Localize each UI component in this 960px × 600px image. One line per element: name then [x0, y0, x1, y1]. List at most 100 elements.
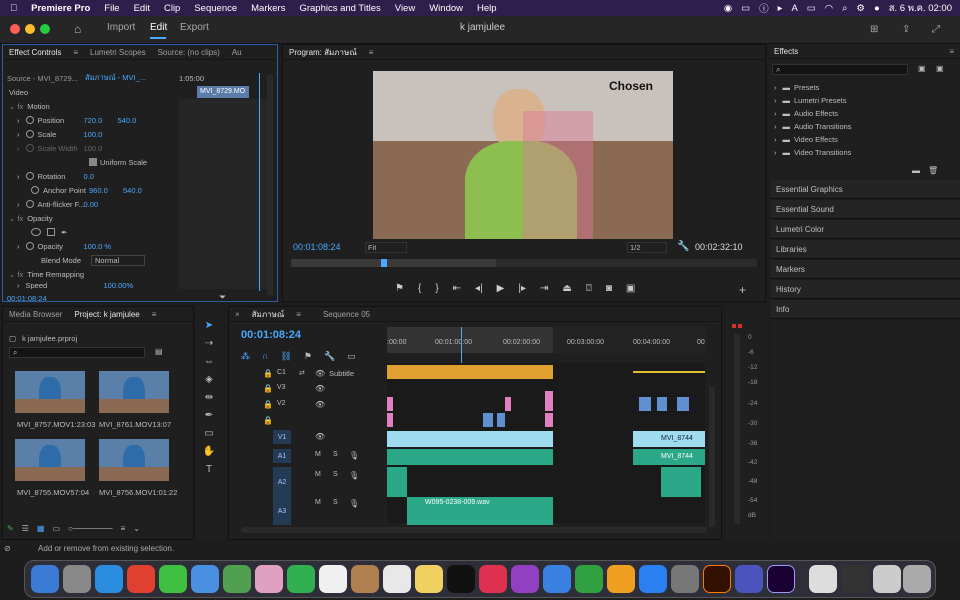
- snap-icon[interactable]: ∩: [262, 351, 268, 363]
- export-frame-icon[interactable]: ◙: [606, 283, 612, 295]
- rotation-value[interactable]: 0.0: [84, 172, 94, 181]
- mute-button[interactable]: M: [315, 499, 321, 506]
- stopwatch-icon[interactable]: [31, 186, 39, 194]
- a2-clip[interactable]: [387, 467, 407, 497]
- keyframe-toggle-icon[interactable]: ›: [17, 116, 20, 125]
- v1-clip[interactable]: [387, 431, 553, 447]
- position-y[interactable]: 540.0: [118, 116, 137, 125]
- pages-icon[interactable]: [607, 565, 635, 593]
- system-preferences-icon[interactable]: [671, 565, 699, 593]
- mic-icon[interactable]: 🎙: [349, 499, 359, 508]
- info-icon[interactable]: ⓘ: [759, 1, 769, 15]
- linked-selection-icon[interactable]: ⛓: [280, 351, 291, 363]
- menu-markers[interactable]: Markers: [244, 3, 292, 14]
- calendar-icon[interactable]: [319, 565, 347, 593]
- type-tool-icon[interactable]: T: [202, 464, 216, 476]
- eye-icon[interactable]: 👁: [315, 384, 325, 393]
- menu-window[interactable]: Window: [422, 3, 470, 14]
- tab-media-browser[interactable]: Media Browser: [3, 310, 68, 319]
- markers-panel[interactable]: Markers: [770, 260, 960, 279]
- libraries-panel[interactable]: Libraries: [770, 240, 960, 259]
- new-bin-from-search-icon[interactable]: ▤: [155, 347, 163, 356]
- quick-export-icon[interactable]: ⊞: [870, 24, 878, 35]
- extract-icon[interactable]: ⌼: [586, 283, 592, 295]
- premiere-pro-icon[interactable]: [767, 565, 795, 593]
- folder-audio-effects[interactable]: › ▬ Audio Effects: [774, 106, 838, 120]
- v2-clip[interactable]: [483, 413, 493, 427]
- anchor-x[interactable]: 960.0: [89, 186, 123, 195]
- input-icon[interactable]: A: [791, 3, 797, 14]
- item-mvi-8757[interactable]: MVI_8757.MOV 1:23:03: [17, 417, 95, 431]
- list-view-icon[interactable]: ☰: [22, 524, 29, 533]
- lock-icon[interactable]: 🔒: [263, 416, 273, 425]
- sequence-link[interactable]: สัมภาษณ์ - MVI_...: [85, 71, 146, 85]
- mute-button[interactable]: M: [315, 471, 321, 478]
- battery-icon[interactable]: ▭: [807, 3, 816, 14]
- button-editor-plus-icon[interactable]: +: [739, 283, 746, 297]
- go-to-out-icon[interactable]: ⇥: [540, 283, 548, 295]
- new-item-icon[interactable]: ⌄: [133, 524, 140, 533]
- track-name-a1[interactable]: A1: [273, 449, 291, 463]
- uniform-scale-row[interactable]: Uniform Scale: [89, 155, 147, 169]
- timeline-timecode[interactable]: 00:01:08:24: [241, 329, 301, 341]
- panel-menu-icon[interactable]: ≡: [146, 310, 163, 319]
- apple-tv-icon[interactable]: [447, 565, 475, 593]
- maps-icon[interactable]: [223, 565, 251, 593]
- thumbnail-mvi-8756[interactable]: [99, 439, 169, 481]
- accelerated-effects-icon[interactable]: ▣: [918, 64, 926, 73]
- menu-view[interactable]: View: [388, 3, 422, 14]
- play-button-icon[interactable]: ▶: [497, 283, 505, 295]
- podcasts-icon[interactable]: [511, 565, 539, 593]
- add-marker-icon[interactable]: ⚑: [304, 351, 312, 363]
- slip-tool-icon[interactable]: ⇹: [202, 392, 216, 404]
- solo-button[interactable]: S: [333, 451, 338, 458]
- pencil-icon[interactable]: ✎: [7, 524, 14, 533]
- panel-menu-icon[interactable]: ≡: [943, 47, 960, 56]
- fit-dropdown[interactable]: Fit: [365, 242, 407, 253]
- thumbnail-mvi-8761[interactable]: [99, 371, 169, 413]
- step-back-icon[interactable]: ◂|: [475, 283, 483, 295]
- screen-icon[interactable]: ▭: [741, 3, 750, 14]
- downloads-stack-icon[interactable]: [873, 565, 901, 593]
- eye-icon[interactable]: 👁: [315, 432, 325, 441]
- numbers-icon[interactable]: [575, 565, 603, 593]
- menu-edit[interactable]: Edit: [127, 3, 157, 14]
- tab-project[interactable]: Project: k jamjulee: [68, 310, 145, 319]
- track-select-tool-icon[interactable]: ⇢: [202, 338, 216, 350]
- tab-audio[interactable]: Au: [226, 48, 248, 57]
- safari-icon[interactable]: [95, 565, 123, 593]
- essential-sound-panel[interactable]: Essential Sound: [770, 200, 960, 219]
- v1-clip-mvi-8744[interactable]: MVI_8744: [633, 431, 705, 447]
- comparison-icon[interactable]: ▣: [626, 283, 635, 295]
- v3-clip[interactable]: [639, 397, 651, 411]
- blend-dropdown[interactable]: Normal: [91, 254, 145, 266]
- trash-icon[interactable]: 🗑: [928, 166, 938, 175]
- v2-clip[interactable]: [545, 413, 553, 427]
- history-panel[interactable]: History: [770, 280, 960, 299]
- pen-mask-icon[interactable]: ✒: [61, 228, 67, 237]
- keyframe-toggle-icon[interactable]: ›: [17, 130, 20, 139]
- tab-sequence-05[interactable]: Sequence 05: [317, 310, 376, 319]
- stopwatch-icon[interactable]: [25, 172, 34, 180]
- launchpad-icon[interactable]: [63, 565, 91, 593]
- eye-icon[interactable]: 👁: [315, 369, 325, 378]
- tab-import[interactable]: Import: [107, 22, 135, 33]
- notes-icon[interactable]: [415, 565, 443, 593]
- solo-button[interactable]: S: [333, 499, 338, 506]
- play-icon[interactable]: ▸: [778, 3, 783, 14]
- track-name-a3[interactable]: A3: [273, 497, 291, 525]
- rectangle-tool-icon[interactable]: ▭: [202, 428, 216, 440]
- new-bin-icon[interactable]: ▬: [912, 166, 920, 175]
- motion-row[interactable]: ⌄ fx Motion: [9, 99, 50, 113]
- folder-lumetri-presets[interactable]: › ▬ Lumetri Presets: [774, 93, 847, 107]
- keyframe-toggle-icon[interactable]: ›: [17, 200, 20, 209]
- app-store-icon[interactable]: [639, 565, 667, 593]
- panel-menu-icon[interactable]: ≡: [290, 310, 307, 319]
- lock-icon[interactable]: 🔒: [263, 384, 273, 393]
- close-button[interactable]: [10, 24, 20, 34]
- a1-clip-mvi-8744[interactable]: MVI_8744: [633, 449, 705, 465]
- effects-search-input[interactable]: ⌕: [772, 64, 908, 75]
- timeline-v-scrollbar[interactable]: [709, 387, 715, 527]
- captions-icon[interactable]: ▭: [347, 351, 356, 363]
- razor-tool-icon[interactable]: ◈: [202, 374, 216, 386]
